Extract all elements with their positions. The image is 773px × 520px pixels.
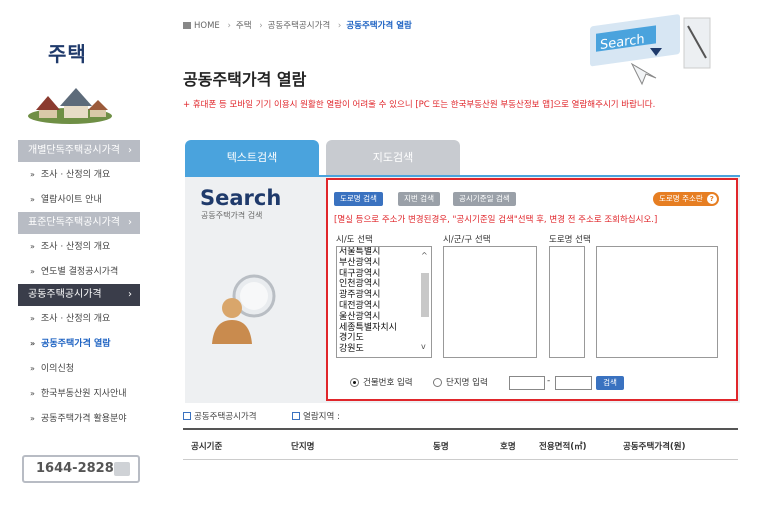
menu-category-apartment[interactable]: 공동주택공시가격 › [18,284,140,306]
road-select-list[interactable] [549,246,585,358]
sido-option[interactable]: 강원도 [337,344,431,355]
breadcrumb-home[interactable]: HOME [194,21,220,31]
page: 주택 개별단독주택공시가격 › » 조사 · 산정의 개요 » 열람사이트 안내 표준… [0,0,773,520]
menu-item-survey-overview-3[interactable]: » 조사 · 산정의 개요 [18,306,140,331]
page-title: 공동주택가격 열람 [183,70,307,89]
sidebar-menu: 개별단독주택공시가격 › » 조사 · 산정의 개요 » 열람사이트 안내 표준단독주… [18,140,140,431]
scroll-thumb[interactable] [421,273,429,317]
houses-illustration [28,88,112,124]
complex-name-label: 단지명 입력 [446,378,488,388]
road-detail-list[interactable] [596,246,718,358]
breadcrumb-current: 공동주택가격 열람 [346,21,412,31]
menu-category-individual[interactable]: 개별단독주택공시가격 › [18,140,140,162]
search-logo-subtitle: 공동주택가격 검색 [201,211,263,220]
sigungu-select-list[interactable] [443,246,537,358]
road-address-help-button[interactable]: 도로명 주소란 ? [653,192,719,206]
complex-name-radio[interactable] [433,378,442,387]
breadcrumb: HOME › 주택 › 공동주택공시가격 › 공동주택가격 열람 [183,19,412,31]
chevron-down-icon[interactable]: v [421,342,426,351]
menu-item-survey-overview-2[interactable]: » 조사 · 산정의 개요 [18,234,140,259]
sub-number-input[interactable] [555,376,592,390]
number-dash: - [547,376,551,386]
breadcrumb-housing[interactable]: 주택 [236,21,252,31]
menu-item-objection[interactable]: » 이의신청 [18,356,140,381]
search-submit-button[interactable]: 검색 [596,376,624,390]
info-box-icon [292,412,300,420]
sido-option[interactable]: 인천광역시 [337,279,431,290]
col-building: 동명 [433,442,449,452]
sido-option[interactable]: 대전광역시 [337,301,431,312]
sido-option[interactable]: 대구광역시 [337,269,431,280]
sidebar-title: 주택 [48,42,87,66]
question-icon: ? [706,194,717,204]
tab-map-search[interactable]: 지도검색 [326,140,460,175]
main-number-input[interactable] [509,376,545,390]
tab-text-search[interactable]: 텍스트검색 [185,140,319,175]
sido-scrollbar[interactable]: ^ v [419,247,431,357]
search-illustration: Search [590,14,711,86]
menu-item-branch-guide[interactable]: » 한국부동산원 지사안내 [18,381,140,406]
sido-option[interactable]: 세종특별자치시 [337,323,431,334]
base-info: 공동주택공시가격 [183,410,257,422]
building-number-label: 건물번호 입력 [363,378,413,388]
menu-category-standard[interactable]: 표준단독주택공시가격 › [18,212,140,234]
menu-item-survey-overview-1[interactable]: » 조사 · 산정의 개요 [18,162,140,187]
sido-option[interactable]: 부산광역시 [337,258,431,269]
result-table-header: 공시기준 단지명 동명 호명 전용면적(㎡) 공동주택가격(원) [183,428,738,460]
phone-icon [114,462,130,476]
road-name-search-button[interactable]: 도로명 검색 [334,192,383,206]
col-complex: 단지명 [291,442,315,452]
road-label: 도로명 선택 [549,235,591,245]
sido-option[interactable]: 광주광역시 [337,290,431,301]
base-date-search-button[interactable]: 공시기준일 검색 [453,192,516,206]
address-change-guide: [멸실 등으로 주소가 변경된경우, "공시기준일 검색"선택 후, 변경 전 … [334,215,658,225]
phone-number-box: 1644-2828 [22,455,140,483]
menu-item-yearly-price[interactable]: » 연도별 결정공시가격 [18,259,140,284]
mobile-notice: + 휴대폰 등 모바일 기기 이용시 원활한 열람이 어려울 수 있으니 [PC… [183,100,656,110]
col-base: 공시기준 [191,442,223,452]
sido-option[interactable]: 울산광역시 [337,312,431,323]
search-logo: Search [200,186,282,210]
building-number-radio[interactable] [350,378,359,387]
sido-label: 시/도 선택 [336,235,373,245]
phone-number: 1644-2828 [36,461,114,476]
sigungu-label: 시/군/구 선택 [443,235,491,245]
home-icon [183,22,191,29]
menu-item-usage[interactable]: » 공동주택가격 활용분야 [18,406,140,431]
sido-option[interactable]: 경기도 [337,333,431,344]
area-info: 열람지역 : [292,410,340,422]
menu-item-apartment-price-view[interactable]: » 공동주택가격 열람 [18,331,140,356]
chevron-up-icon[interactable]: ^ [421,251,428,260]
lot-number-search-button[interactable]: 지번 검색 [398,192,440,206]
col-area: 전용면적(㎡) [539,442,587,452]
sido-option[interactable]: 서울특별시 [337,247,431,258]
menu-item-site-guide[interactable]: » 열람사이트 안내 [18,187,140,212]
info-box-icon [183,412,191,420]
breadcrumb-apartment-price[interactable]: 공동주택공시가격 [268,21,331,31]
person-magnifier-illustration [212,274,276,344]
sido-select-list[interactable]: 서울특별시 부산광역시 대구광역시 인천광역시 광주광역시 대전광역시 울산광역… [336,246,432,358]
col-price: 공동주택가격(원) [623,442,686,452]
col-unit: 호명 [500,442,516,452]
